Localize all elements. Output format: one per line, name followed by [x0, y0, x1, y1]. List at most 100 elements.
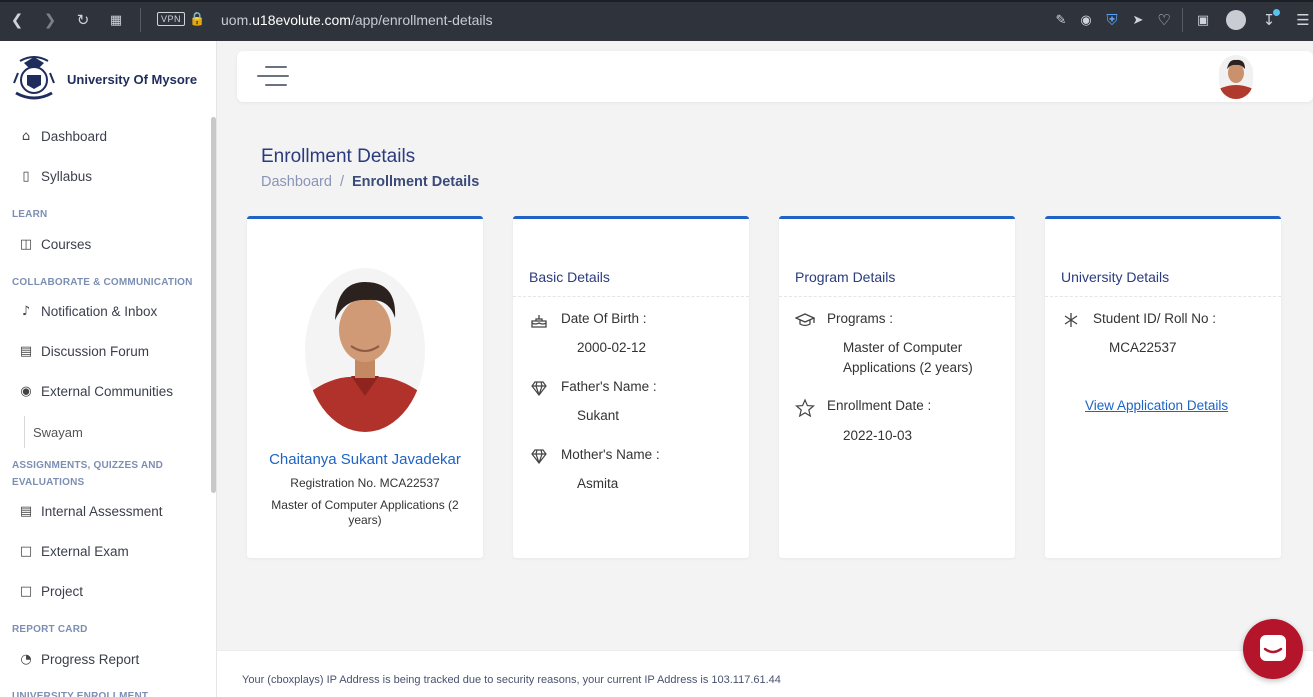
sidebar-item-label: Courses — [41, 237, 92, 252]
sidebar-item-label: Dashboard — [41, 129, 108, 144]
dob-value: 2000-02-12 — [577, 340, 647, 355]
sidebar-item-discussion-forum[interactable]: ▤ Discussion Forum — [18, 344, 149, 359]
breadcrumb-current: Enrollment Details — [351, 174, 480, 190]
url-domain: u18evolute.com — [252, 12, 351, 28]
file-icon: □ — [19, 584, 33, 599]
sidebar-item-label: External Exam — [41, 544, 129, 559]
book-icon: ▯ — [22, 169, 30, 184]
card-title: Basic Details — [529, 269, 610, 285]
toolbar-separator — [1182, 8, 1183, 32]
dob-label: Date Of Birth : — [561, 311, 647, 326]
sidebar-item-label: Progress Report — [41, 652, 140, 667]
star-icon — [795, 398, 815, 418]
send-icon[interactable]: ➤ — [1128, 10, 1148, 30]
sidebar-item-internal-assessment[interactable]: ▤ Internal Assessment — [18, 504, 163, 519]
sidebar-item-label: Notification & Inbox — [41, 304, 158, 319]
sidebar-scrollbar[interactable] — [211, 117, 216, 493]
chat-button[interactable] — [1243, 619, 1303, 679]
sidebar-item-dashboard[interactable]: ⌂ Dashboard — [18, 129, 107, 144]
profile-photo — [305, 268, 425, 432]
back-icon[interactable]: ❮ — [7, 10, 27, 30]
breadcrumb: Dashboard / Enrollment Details — [261, 174, 479, 190]
tabs-grid-icon[interactable]: ▦ — [106, 10, 126, 30]
breadcrumb-home[interactable]: Dashboard — [261, 174, 332, 190]
view-application-details-link[interactable]: View Application Details — [1085, 398, 1228, 413]
download-badge — [1273, 9, 1280, 16]
camera-icon[interactable]: ◉ — [1076, 10, 1096, 30]
sidebar-item-label: Internal Assessment — [41, 504, 163, 519]
forward-icon[interactable]: ❯ — [40, 10, 60, 30]
section-heading-enrollment: UNIVERSITY ENROLLMENT — [12, 691, 149, 697]
chart-pie-icon: ◔ — [20, 652, 32, 667]
section-heading-assignments: ASSIGNMENTS, QUIZZES AND EVALUATIONS — [12, 460, 164, 488]
basic-details-card: Basic Details Date Of Birth : 2000-02-12… — [513, 216, 749, 558]
father-name-value: Sukant — [577, 408, 620, 423]
mother-name-label: Mother's Name : — [561, 447, 660, 462]
card-divider — [1045, 296, 1281, 297]
sidebar-item-external-exam[interactable]: □ External Exam — [18, 544, 129, 559]
profile-icon[interactable] — [1226, 10, 1246, 30]
card-title: Program Details — [795, 269, 896, 285]
open-book-icon: ◫ — [19, 237, 33, 252]
section-heading-learn: LEARN — [12, 209, 48, 220]
programs-value: Master of Computer Applications (2 years… — [843, 340, 973, 375]
asterisk-icon — [1064, 313, 1078, 327]
url-path: /app/enrollment-details — [350, 12, 493, 28]
student-id-value: MCA22537 — [1109, 340, 1177, 355]
hamburger-menu-icon[interactable] — [257, 65, 289, 87]
enrollment-date-value: 2022-10-03 — [843, 428, 913, 443]
user-avatar[interactable] — [1219, 55, 1253, 99]
graduation-cap-icon — [795, 313, 815, 327]
url-prefix: uom. — [221, 12, 253, 28]
shield-icon[interactable]: ⛨ — [1102, 10, 1122, 30]
sidebar-item-project[interactable]: □ Project — [18, 584, 83, 599]
brand-name: University Of Mysore — [67, 71, 198, 87]
card-divider — [513, 296, 749, 297]
sidebar-item-syllabus[interactable]: ▯ Syllabus — [18, 169, 92, 184]
brand[interactable]: University Of Mysore — [10, 53, 197, 105]
sidebar-item-label: Project — [41, 584, 84, 599]
tab-strip-edge — [0, 0, 1313, 2]
cube-icon[interactable]: ▣ — [1193, 10, 1213, 30]
program-details-card: Program Details Programs : Master of Com… — [779, 216, 1015, 558]
heart-icon[interactable]: ♡ — [1154, 10, 1174, 30]
sidebar: University Of Mysore ⌂ Dashboard ▯ Sylla… — [0, 41, 217, 697]
father-name-label: Father's Name : — [561, 379, 657, 394]
student-name: Chaitanya Sukant Javadekar — [269, 451, 461, 468]
diamond-icon — [531, 449, 547, 464]
browser-toolbar: ❮ ❯ ↻ ▦ VPN 🔒 uom.u18evolute.com/app/enr… — [0, 0, 1313, 41]
home-icon: ⌂ — [21, 129, 31, 144]
sidebar-item-external-communities[interactable]: ◉ External Communities — [18, 384, 173, 399]
chat-icon — [1260, 635, 1286, 661]
enrollment-date-label: Enrollment Date : — [827, 398, 932, 413]
sidebar-item-progress-report[interactable]: ◔ Progress Report — [18, 652, 139, 667]
footer: Your (cboxplays) IP Address is being tra… — [217, 650, 1313, 697]
menu-icon[interactable]: ☰ — [1293, 10, 1313, 30]
vpn-badge[interactable]: VPN — [157, 12, 186, 26]
sidebar-item-courses[interactable]: ◫ Courses — [18, 237, 91, 252]
cake-icon — [531, 315, 547, 328]
section-heading-report-card: REPORT CARD — [12, 624, 88, 635]
diamond-icon — [531, 381, 547, 396]
profile-card: Chaitanya Sukant Javadekar Registration … — [247, 216, 483, 558]
share-icon[interactable]: ✎ — [1051, 10, 1071, 30]
mother-name-value: Asmita — [577, 476, 619, 491]
bell-icon: ♪ — [21, 304, 31, 319]
toolbar-separator — [140, 8, 141, 32]
sidebar-item-label: External Communities — [41, 384, 174, 399]
sidebar-subitem-swayam[interactable]: Swayam — [24, 416, 83, 448]
sidebar-item-label: Discussion Forum — [41, 344, 150, 359]
sidebar-item-notifications[interactable]: ♪ Notification & Inbox — [18, 304, 157, 319]
lock-icon[interactable]: 🔒 — [189, 11, 205, 27]
sidebar-item-label: Syllabus — [41, 169, 93, 184]
university-logo — [13, 56, 55, 100]
forum-icon: ▤ — [19, 344, 33, 359]
address-bar[interactable]: uom.u18evolute.com/app/enrollment-detail… — [221, 12, 493, 28]
reload-icon[interactable]: ↻ — [73, 10, 93, 30]
university-details-card: University Details Student ID/ Roll No :… — [1045, 216, 1281, 558]
ip-tracking-notice: Your (cboxplays) IP Address is being tra… — [242, 674, 781, 686]
file-icon: □ — [19, 544, 33, 559]
top-header — [237, 51, 1313, 102]
breadcrumb-separator: / — [339, 174, 344, 190]
programs-label: Programs : — [827, 311, 894, 326]
